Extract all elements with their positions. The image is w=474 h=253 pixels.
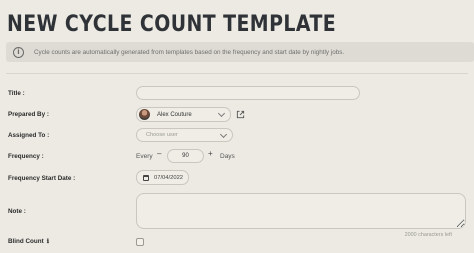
info-banner: i Cycle counts are automatically generat… [6,42,474,62]
start-date-label: Frequency Start Date : [8,175,76,182]
prepared-by-value: Alex Couture [157,111,192,118]
title-input[interactable] [136,86,360,100]
blind-count-text: Blind Count [8,238,44,245]
prepared-by-select[interactable]: Alex Couture [136,107,231,122]
page-title: NEW CYCLE COUNT TEMPLATE [7,12,337,37]
divider [6,73,468,74]
note-textarea[interactable] [136,193,466,229]
note-label: Note : [8,208,26,215]
frequency-input[interactable]: 90 [167,149,204,163]
frequency-unit: Days [220,153,235,160]
calendar-icon [143,174,149,181]
start-date-value: 07/04/2022 [154,174,184,181]
chevron-down-icon [219,130,228,139]
external-link-icon[interactable] [236,110,245,119]
decrement-button[interactable]: – [157,149,161,158]
note-character-counter: 2000 characters left [404,232,452,238]
frequency-every-text: Every [136,153,153,160]
title-label: Title : [8,90,25,97]
chevron-down-icon [217,109,226,118]
assigned-to-placeholder: Choose user [146,132,178,138]
blind-count-checkbox[interactable] [136,238,144,246]
assigned-to-label: Assigned To : [8,132,50,139]
info-banner-text: Cycle counts are automatically generated… [34,48,345,56]
avatar [139,109,150,120]
info-icon[interactable]: ℹ [47,238,49,245]
assigned-to-select[interactable]: Choose user [136,128,233,142]
info-icon: i [13,46,24,58]
blind-count-label: Blind Count ℹ [8,238,49,245]
start-date-input[interactable]: 07/04/2022 [136,170,189,185]
prepared-by-label: Prepared By : [8,111,49,118]
increment-button[interactable]: + [208,149,213,158]
frequency-label: Frequency : [8,153,44,160]
